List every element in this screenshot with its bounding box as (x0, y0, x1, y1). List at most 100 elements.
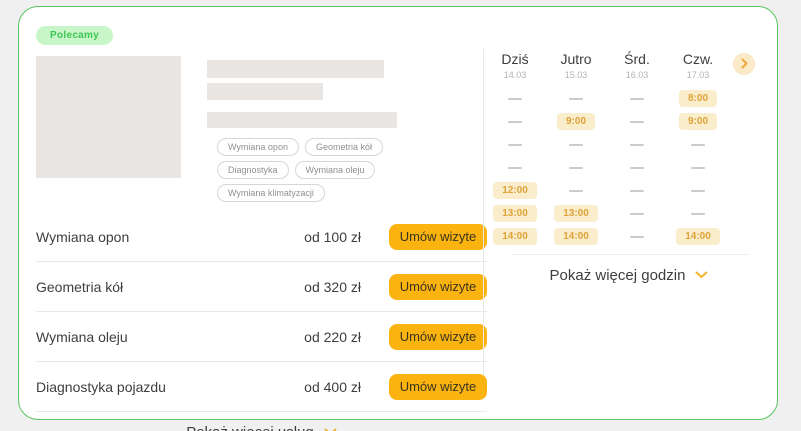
slot-unavailable-dash (691, 167, 705, 169)
slot-cell (676, 156, 720, 179)
service-price: od 400 zł (304, 379, 361, 395)
slot-cell (630, 225, 644, 248)
slot-unavailable-dash (630, 98, 644, 100)
slot-unavailable-dash (691, 190, 705, 192)
day-label: Dziś (501, 51, 528, 67)
slot-cell (630, 110, 644, 133)
slot-unavailable-dash (508, 144, 522, 146)
time-slot-button[interactable]: 13:00 (554, 205, 598, 222)
slot-unavailable-dash (630, 213, 644, 215)
day-date: 15.03 (565, 70, 588, 80)
provider-profile: Wymiana opon Geometria kół Diagnostyka W… (36, 56, 487, 202)
service-price: od 220 zł (304, 329, 361, 345)
chevron-right-icon (741, 57, 748, 72)
slot-cell (630, 87, 644, 110)
service-tags: Wymiana opon Geometria kół Diagnostyka W… (217, 138, 457, 202)
time-slot-button[interactable]: 8:00 (679, 90, 717, 107)
slot-cell (554, 87, 598, 110)
time-slot-button[interactable]: 14:00 (554, 228, 598, 245)
time-slot-button[interactable]: 12:00 (493, 182, 537, 199)
day-date: 14.03 (504, 70, 527, 80)
time-slot-button[interactable]: 14:00 (676, 228, 720, 245)
slot-cell (554, 179, 598, 202)
service-tag[interactable]: Diagnostyka (217, 161, 289, 179)
provider-details-pane: Polecamy Wymiana opon Geometria kół Diag… (36, 25, 487, 431)
slot-unavailable-dash (508, 121, 522, 123)
service-name: Wymiana oleju (36, 329, 304, 345)
service-price: od 100 zł (304, 229, 361, 245)
provider-photo-placeholder (36, 56, 181, 178)
book-visit-button[interactable]: Umów wizyte (389, 224, 487, 250)
service-name: Wymiana opon (36, 229, 304, 245)
book-visit-button[interactable]: Umów wizyte (389, 374, 487, 400)
slot-cell: 14:00 (676, 225, 720, 248)
service-name: Diagnostyka pojazdu (36, 379, 304, 395)
slot-cell (630, 133, 644, 156)
day-label: Śrd. (624, 51, 650, 67)
show-more-hours[interactable]: Pokaż więcej godzin (485, 257, 773, 293)
time-slot-button[interactable]: 9:00 (557, 113, 595, 130)
slot-unavailable-dash (630, 121, 644, 123)
horizontal-divider (511, 254, 749, 255)
day-column: Dziś 14.03 12:00 13:00 14:00 (485, 49, 545, 248)
day-slots: 9:00 13:00 14:00 (554, 87, 598, 248)
slot-cell: 13:00 (493, 202, 537, 225)
service-tag[interactable]: Wymiana opon (217, 138, 299, 156)
book-visit-button[interactable]: Umów wizyte (389, 274, 487, 300)
service-row: Diagnostyka pojazdu od 400 zł Umów wizyt… (36, 362, 487, 412)
vertical-divider (483, 49, 484, 375)
slot-unavailable-dash (569, 167, 583, 169)
slot-unavailable-dash (508, 167, 522, 169)
service-tag[interactable]: Wymiana klimatyzacji (217, 184, 325, 202)
day-slots: 8:00 9:00 14:00 (676, 87, 720, 248)
slot-unavailable-dash (630, 236, 644, 238)
chevron-down-icon (695, 266, 708, 284)
slot-cell: 8:00 (676, 87, 720, 110)
page: Polecamy Wymiana opon Geometria kół Diag… (0, 0, 801, 431)
slot-unavailable-dash (569, 190, 583, 192)
provider-name-placeholder (207, 60, 384, 78)
slot-cell (554, 156, 598, 179)
time-slot-button[interactable]: 14:00 (493, 228, 537, 245)
slot-unavailable-dash (691, 144, 705, 146)
provider-card: Polecamy Wymiana opon Geometria kół Diag… (18, 6, 778, 420)
service-row: Wymiana opon od 100 zł Umów wizyte (36, 212, 487, 262)
service-row: Geometria kół od 320 zł Umów wizyte (36, 262, 487, 312)
slot-unavailable-dash (630, 167, 644, 169)
slot-cell: 14:00 (493, 225, 537, 248)
day-slots (630, 87, 644, 248)
slot-cell (676, 133, 720, 156)
slot-unavailable-dash (569, 144, 583, 146)
day-label: Jutro (560, 51, 591, 67)
service-price: od 320 zł (304, 279, 361, 295)
day-column: Śrd. 16.03 (607, 49, 667, 248)
slot-cell (493, 156, 537, 179)
day-slots: 12:00 13:00 14:00 (493, 87, 537, 248)
service-tag[interactable]: Wymiana oleju (295, 161, 376, 179)
next-days-button[interactable] (733, 53, 755, 75)
recommended-badge: Polecamy (36, 26, 113, 45)
availability-pane: Dziś 14.03 12:00 13:00 14:00 Jutro 15.03 9… (485, 49, 773, 293)
provider-address-placeholder (207, 112, 397, 128)
slot-unavailable-dash (630, 144, 644, 146)
book-visit-button[interactable]: Umów wizyte (389, 324, 487, 350)
time-slot-button[interactable]: 13:00 (493, 205, 537, 222)
show-more-hours-label: Pokaż więcej godzin (550, 267, 686, 284)
service-tag[interactable]: Geometria kół (305, 138, 383, 156)
service-name: Geometria kół (36, 279, 304, 295)
chevron-down-icon (324, 423, 337, 431)
slot-cell (676, 179, 720, 202)
show-more-services[interactable]: Pokaż więcej usług (36, 412, 487, 431)
services-list: Wymiana opon od 100 zł Umów wizyte Geome… (36, 212, 487, 412)
time-slot-button[interactable]: 9:00 (679, 113, 717, 130)
day-column: Czw. 17.03 8:009:0014:00 (668, 49, 728, 248)
slot-cell (630, 202, 644, 225)
slot-cell (676, 202, 720, 225)
slot-unavailable-dash (569, 98, 583, 100)
day-column: Jutro 15.03 9:00 13:00 14:00 (546, 49, 606, 248)
slot-cell (493, 110, 537, 133)
slot-cell (493, 87, 537, 110)
slot-unavailable-dash (630, 190, 644, 192)
day-date: 16.03 (626, 70, 649, 80)
day-label: Czw. (683, 51, 713, 67)
